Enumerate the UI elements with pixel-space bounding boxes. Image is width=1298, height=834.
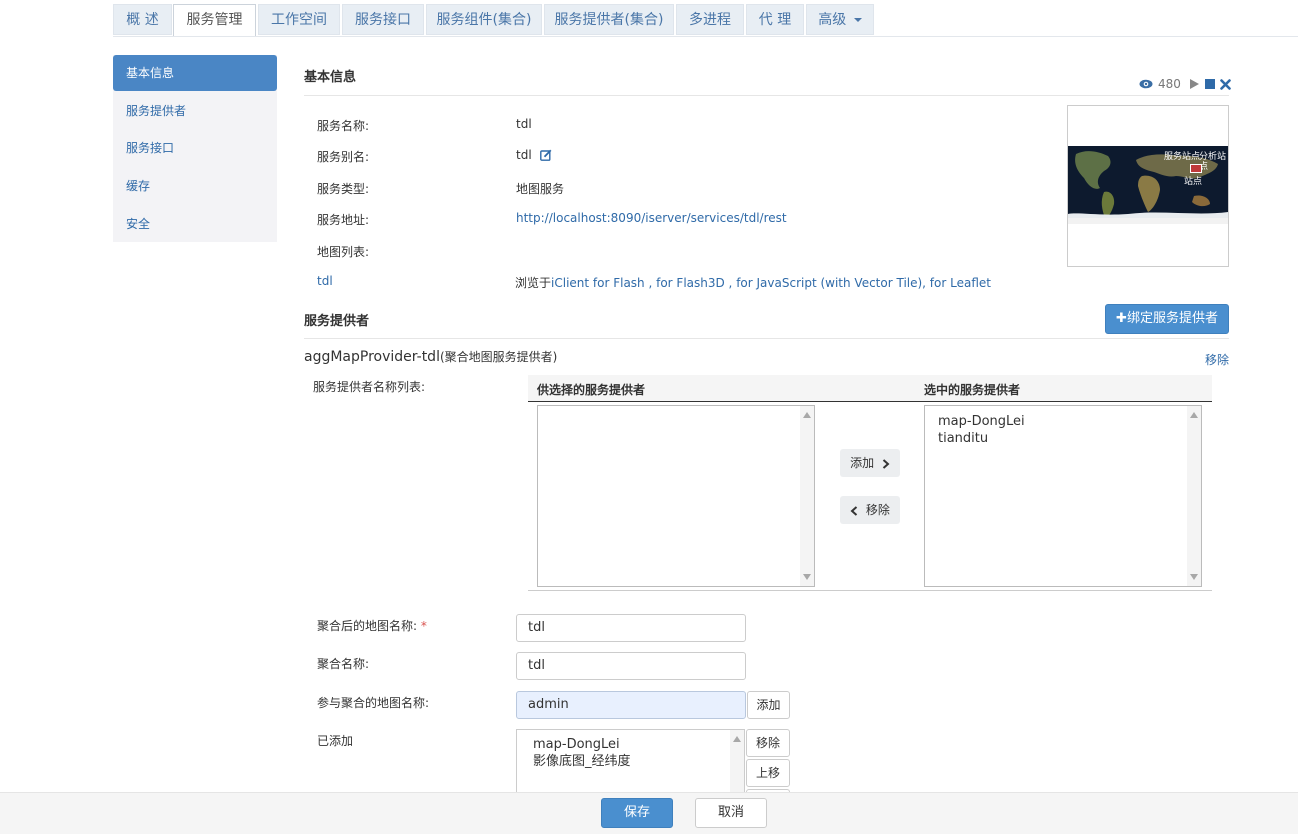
tab-proxy[interactable]: 代 理 <box>746 4 804 35</box>
scroll-down-icon[interactable] <box>1190 574 1198 580</box>
tab-service-providers[interactable]: 服务提供者(集合) <box>544 4 674 35</box>
agg-map-name-label: 聚合后的地图名称: * <box>317 617 427 634</box>
added-remove-button[interactable]: 移除 <box>746 729 790 757</box>
thumbnail-label-2: 分析站点 <box>1199 152 1227 172</box>
required-mark: * <box>420 619 427 633</box>
divider <box>304 95 1229 96</box>
service-name-value: tdl <box>516 117 532 131</box>
world-map-image <box>1068 146 1228 224</box>
service-controls: 480 <box>1139 76 1231 92</box>
selected-header: 选中的服务提供者 <box>924 383 1021 397</box>
view-count: 480 <box>1158 77 1181 91</box>
agg-name-input[interactable]: tdl <box>516 652 746 680</box>
service-type-label: 服务类型: <box>317 182 370 196</box>
sidebar-item-security[interactable]: 安全 <box>113 206 277 242</box>
browse-client-links[interactable]: iClient for Flash , for Flash3D , for Ja… <box>551 276 991 290</box>
provider-remove-link[interactable]: 移除 <box>1205 351 1229 368</box>
scrollbar[interactable] <box>800 406 814 586</box>
tab-multiprocess[interactable]: 多进程 <box>676 4 744 35</box>
service-alias-label: 服务别名: <box>317 150 370 164</box>
tab-service-interface[interactable]: 服务接口 <box>342 4 424 35</box>
footer-bar: 保存 取消 <box>0 792 1298 834</box>
sidebar-item-service-interface[interactable]: 服务接口 <box>113 130 277 166</box>
cancel-button[interactable]: 取消 <box>695 798 767 828</box>
participant-map-input[interactable]: admin <box>516 691 746 719</box>
delete-icon[interactable] <box>1220 78 1231 90</box>
bind-provider-label: 绑定服务提供者 <box>1126 311 1218 326</box>
chevron-left-icon <box>850 505 858 516</box>
selected-providers-list[interactable]: map-DongLei tianditu <box>924 405 1202 587</box>
add-provider-label: 添加 <box>850 456 875 470</box>
sidebar: 基本信息 服务提供者 服务接口 缓存 安全 <box>113 55 277 242</box>
caret-down-icon <box>853 18 862 22</box>
play-icon[interactable] <box>1189 78 1200 90</box>
scroll-up-icon[interactable] <box>803 412 811 418</box>
agg-name-label: 聚合名称: <box>317 657 370 671</box>
tab-service-components[interactable]: 服务组件(集合) <box>426 4 542 35</box>
added-label: 已添加 <box>317 734 354 748</box>
tab-advanced-label: 高级 <box>818 12 847 28</box>
list-item[interactable]: map-DongLei <box>533 736 620 753</box>
thumbnail-marker <box>1190 164 1202 173</box>
service-alias: tdl <box>516 148 552 162</box>
service-address-label: 服务地址: <box>317 213 370 227</box>
browse-prefix: 浏览于 <box>515 276 552 290</box>
agg-map-name-label-text: 聚合后的地图名称: <box>317 619 418 633</box>
plus-icon: ✚ <box>1116 311 1127 326</box>
edit-icon[interactable] <box>539 149 552 161</box>
basic-info-title: 基本信息 <box>304 70 357 85</box>
provider-list-label: 服务提供者名称列表: <box>313 380 426 394</box>
sidebar-item-service-provider[interactable]: 服务提供者 <box>113 93 277 129</box>
chevron-right-icon <box>882 458 890 469</box>
available-header: 供选择的服务提供者 <box>537 383 646 397</box>
service-address-link[interactable]: http://localhost:8090/iserver/services/t… <box>516 211 787 225</box>
service-type-value: 地图服务 <box>516 182 565 196</box>
stop-icon[interactable] <box>1204 79 1215 89</box>
participant-map-label: 参与聚合的地图名称: <box>317 696 430 710</box>
available-providers-list[interactable] <box>537 405 815 587</box>
remove-provider-button[interactable]: 移除 <box>840 496 900 524</box>
list-item[interactable]: tianditu <box>938 430 988 447</box>
dual-list-header: 供选择的服务提供者 选中的服务提供者 <box>528 375 1212 402</box>
move-up-button[interactable]: 上移 <box>746 759 790 787</box>
sidebar-item-basic-info[interactable]: 基本信息 <box>113 55 277 91</box>
thumbnail-label-3: 站点 <box>1184 177 1203 187</box>
participant-add-button[interactable]: 添加 <box>747 691 790 719</box>
scrollbar[interactable] <box>730 730 744 798</box>
thumbnail-label-1: 服务站点 <box>1164 152 1201 162</box>
tab-overview[interactable]: 概 述 <box>113 4 172 35</box>
divider <box>304 338 1229 339</box>
agg-map-name-input[interactable]: tdl <box>516 614 746 642</box>
added-maps-list[interactable]: map-DongLei 影像底图_经纬度 <box>516 729 745 799</box>
scroll-up-icon[interactable] <box>733 736 741 742</box>
provider-name: aggMapProvider-tdl <box>304 349 440 365</box>
sidebar-item-cache[interactable]: 缓存 <box>113 168 277 204</box>
list-item[interactable]: map-DongLei <box>938 413 1025 430</box>
add-provider-button[interactable]: 添加 <box>840 449 900 477</box>
service-alias-value: tdl <box>516 148 532 162</box>
save-button[interactable]: 保存 <box>601 798 673 828</box>
remove-provider-label: 移除 <box>865 503 890 517</box>
scrollbar[interactable] <box>1187 406 1201 586</box>
scroll-down-icon[interactable] <box>803 574 811 580</box>
bind-provider-button[interactable]: ✚绑定服务提供者 <box>1105 304 1229 334</box>
browse-row: 浏览于iClient for Flash , for Flash3D , for… <box>515 274 991 291</box>
map-name-link[interactable]: tdl <box>317 274 333 288</box>
map-list-label: 地图列表: <box>317 245 370 259</box>
tab-service-management[interactable]: 服务管理 <box>173 4 256 37</box>
map-thumbnail[interactable]: 服务站点 分析站点 站点 <box>1067 105 1229 267</box>
provider-title: 服务提供者 <box>304 314 370 329</box>
provider-type: (聚合地图服务提供者) <box>439 350 558 364</box>
tab-advanced[interactable]: 高级 <box>806 4 874 35</box>
eye-icon <box>1139 79 1153 89</box>
list-item[interactable]: 影像底图_经纬度 <box>533 753 631 770</box>
tab-workspace[interactable]: 工作空间 <box>258 4 340 35</box>
scroll-up-icon[interactable] <box>1190 412 1198 418</box>
service-name-label: 服务名称: <box>317 119 370 133</box>
tab-divider <box>113 36 1298 37</box>
provider-heading: aggMapProvider-tdl(聚合地图服务提供者) <box>304 348 557 365</box>
